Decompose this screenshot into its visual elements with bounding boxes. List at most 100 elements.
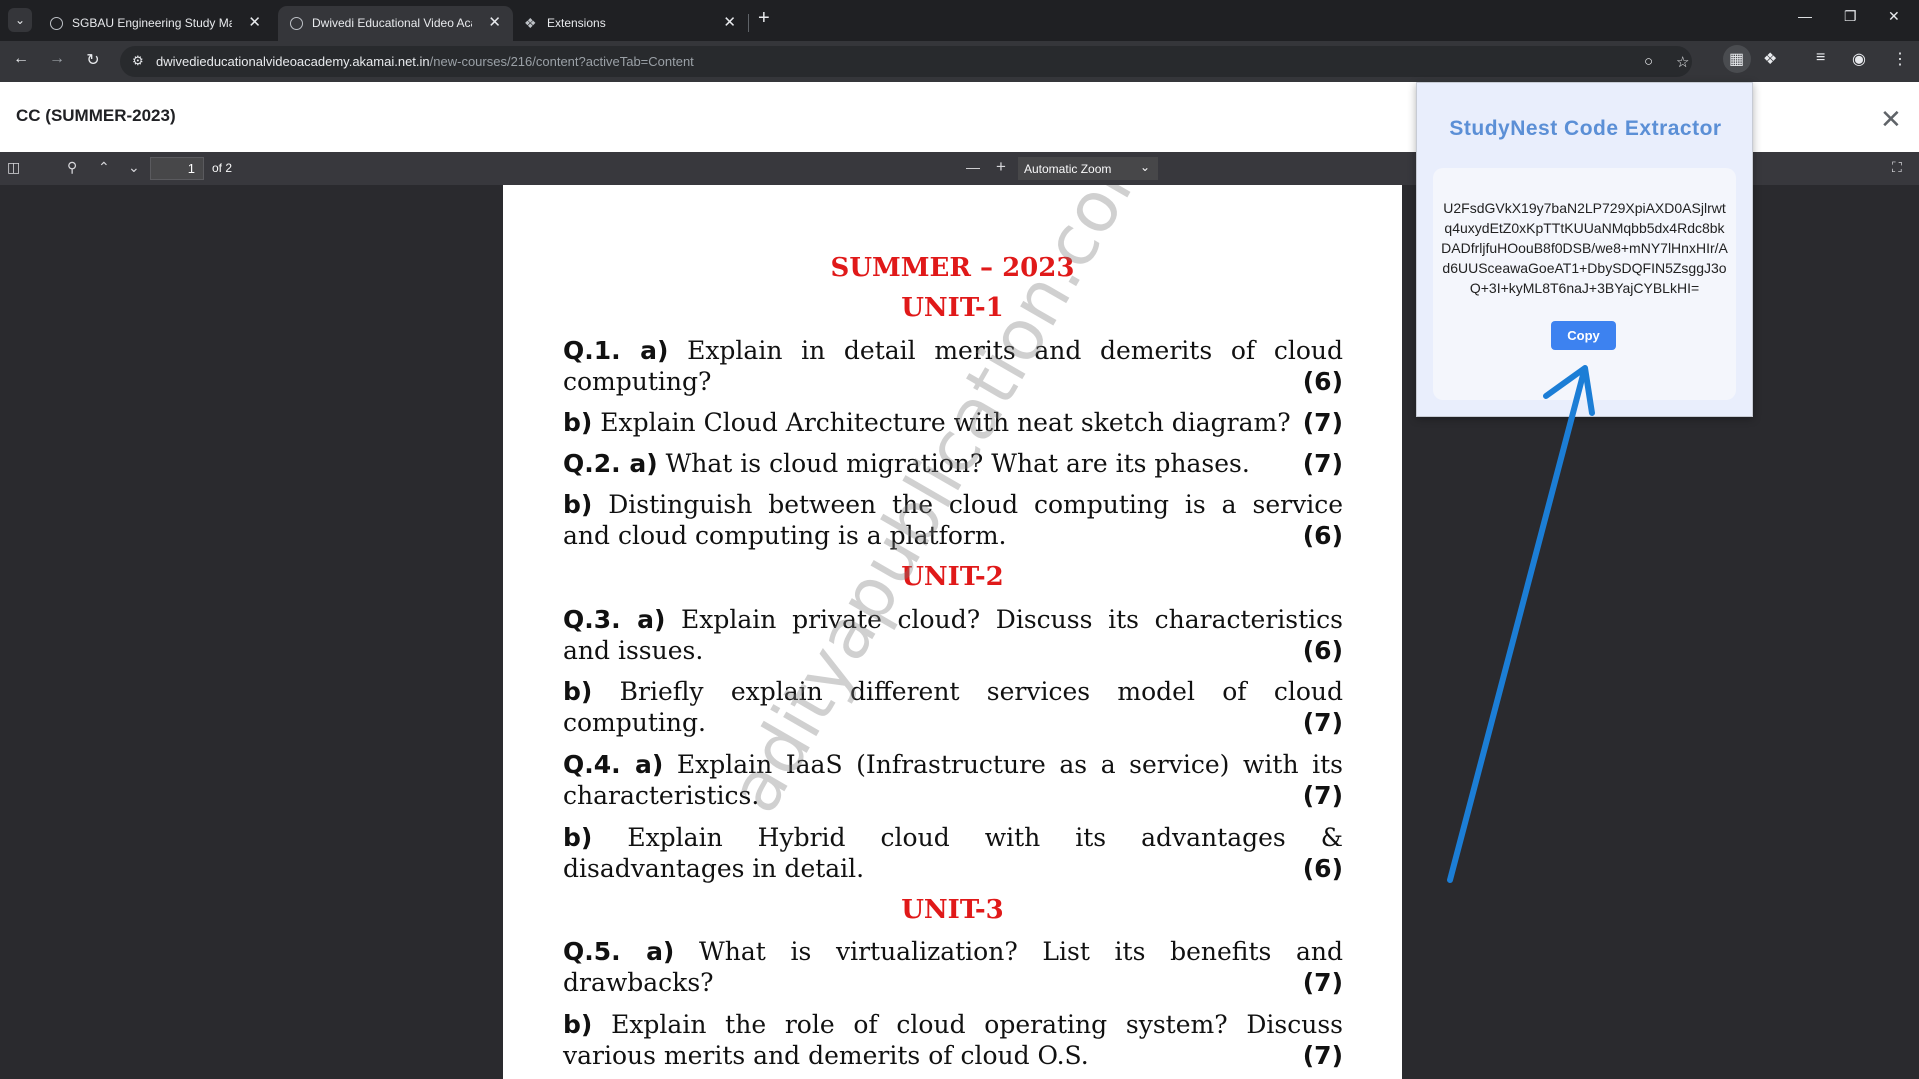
zoom-value: Automatic Zoom — [1024, 162, 1112, 176]
question-label: b) — [563, 823, 593, 852]
question-label: b) — [563, 490, 593, 519]
question-line: and issues. (6) — [563, 636, 1343, 665]
sidebar-toggle-icon[interactable]: ◫ — [7, 159, 20, 176]
popup-title: StudyNest Code Extractor — [1449, 117, 1722, 140]
page-title: CC (SUMMER-2023) — [16, 106, 176, 125]
extension-popup: StudyNest Code Extractor U2FsdGVkX19y7ba… — [1416, 82, 1753, 417]
unit-heading: UNIT-2 — [901, 562, 1004, 592]
question-line: computing. (7) — [563, 708, 1343, 737]
zoom-select[interactable]: Automatic Zoom ⌄ — [1018, 157, 1158, 180]
question-line: Q.4. a) Explain IaaS (Infrastructure as … — [563, 750, 1343, 779]
question-line: b) Explain Hybrid cloud with its advanta… — [563, 823, 1343, 852]
reload-icon[interactable]: ↻ — [82, 50, 104, 70]
question-label: Q.2. a) — [563, 449, 658, 478]
globe-icon — [50, 17, 63, 30]
question-label: Q.3. a) — [563, 605, 666, 634]
question-text: Distinguish between the cloud computing … — [608, 490, 1343, 519]
zoom-out-icon[interactable]: — — [966, 159, 980, 175]
unit-heading: UNIT-3 — [901, 895, 1004, 925]
chevron-down-icon: ⌄ — [1139, 160, 1150, 174]
minimize-icon[interactable]: — — [1798, 8, 1812, 24]
address-bar[interactable]: ⚙ dwivedieducationalvideoacademy.akamai.… — [120, 46, 1692, 77]
url-path: /new-courses/216/content?activeTab=Conte… — [429, 54, 694, 69]
question-text: drawbacks? — [563, 968, 714, 997]
zoom-in-icon[interactable]: + — [996, 157, 1006, 177]
url-host: dwivedieducationalvideoacademy.akamai.ne… — [156, 54, 430, 69]
url-text[interactable]: dwivedieducationalvideoacademy.akamai.ne… — [156, 54, 694, 69]
question-line: b) Briefly explain different services mo… — [563, 677, 1343, 706]
question-line: disadvantages in detail. (6) — [563, 854, 1343, 883]
tab-extensions[interactable]: ❖ Extensions ✕ — [513, 6, 748, 41]
site-info-icon[interactable]: ⚙ — [132, 53, 144, 69]
page-number-input[interactable]: 1 — [150, 157, 204, 180]
tab-dwivedi[interactable]: Dwivedi Educational Video Acad ✕ — [278, 6, 513, 41]
question-line: characteristics. (7) — [563, 781, 1343, 810]
tab-title: SGBAU Engineering Study Materi — [72, 16, 232, 30]
close-tab-icon[interactable]: ✕ — [723, 13, 736, 31]
fullscreen-icon[interactable]: ⛶ — [1892, 159, 1902, 176]
close-window-icon[interactable]: ✕ — [1888, 8, 1900, 25]
marks: (7) — [1302, 1041, 1343, 1070]
close-tab-icon[interactable]: ✕ — [248, 13, 261, 31]
extensions-puzzle-icon[interactable]: ❖ — [1763, 49, 1777, 69]
tab-divider — [748, 14, 749, 32]
question-line: various merits and demerits of cloud O.S… — [563, 1041, 1343, 1070]
close-dialog-icon[interactable]: ✕ — [1880, 104, 1902, 135]
marks: (7) — [1302, 708, 1343, 737]
document-title: SUMMER – 2023 — [830, 253, 1075, 283]
copy-button[interactable]: Copy — [1551, 321, 1616, 350]
question-line: Q.3. a) Explain private cloud? Discuss i… — [563, 605, 1343, 634]
question-text: disadvantages in detail. — [563, 854, 865, 883]
question-line: Q.1. a) Explain in detail merits and dem… — [563, 336, 1343, 365]
marks: (7) — [1302, 781, 1343, 810]
new-tab-button[interactable]: + — [758, 7, 770, 30]
globe-icon — [290, 17, 303, 30]
question-label: Q.4. a) — [563, 750, 664, 779]
browser-toolbar: ← → ↻ ⚙ dwivedieducationalvideoacademy.a… — [0, 41, 1919, 82]
pdf-page: SUMMER – 2023 UNIT-1 Q.1. a) Explain in … — [503, 185, 1402, 1079]
studynest-extension-icon[interactable]: ▦ — [1729, 49, 1744, 69]
question-text: Explain Hybrid cloud with its advantages… — [627, 823, 1343, 852]
question-line: Q.5. a) What is virtualization? List its… — [563, 937, 1343, 966]
marks: (6) — [1302, 854, 1343, 883]
marks: (6) — [1302, 636, 1343, 665]
tab-strip: ⌄ SGBAU Engineering Study Materi ✕ Dwive… — [0, 0, 1919, 41]
question-line: b) Explain the role of cloud operating s… — [563, 1010, 1343, 1039]
marks: (6) — [1302, 367, 1343, 396]
restore-icon[interactable]: ❐ — [1844, 8, 1857, 25]
marks: (6) — [1302, 521, 1343, 550]
marks: (7) — [1302, 968, 1343, 997]
tab-title: Dwivedi Educational Video Acad — [312, 16, 472, 30]
reading-list-icon[interactable]: ≡ — [1816, 49, 1825, 67]
marks: (7) — [1302, 449, 1343, 478]
question-label: b) — [563, 408, 593, 437]
question-text: computing. — [563, 708, 706, 737]
close-tab-icon[interactable]: ✕ — [488, 13, 501, 31]
scrollbar[interactable] — [1909, 185, 1919, 1079]
next-page-icon[interactable]: ⌄ — [128, 159, 140, 176]
question-text: various merits and demerits of cloud O.S… — [563, 1041, 1089, 1070]
puzzle-icon: ❖ — [524, 15, 537, 31]
question-text: and issues. — [563, 636, 704, 665]
question-text: Briefly explain different services model… — [619, 677, 1344, 706]
back-arrow-icon[interactable]: ← — [10, 50, 32, 68]
question-label: b) — [563, 677, 593, 706]
search-icon[interactable]: ⚲ — [67, 159, 77, 176]
forward-arrow-icon[interactable]: → — [46, 50, 68, 68]
previous-page-icon[interactable]: ⌃ — [98, 159, 110, 176]
question-text: What is virtualization? List its benefit… — [699, 937, 1343, 966]
tab-search-chevron-icon[interactable]: ⌄ — [8, 8, 32, 32]
question-line: drawbacks? (7) — [563, 968, 1343, 997]
code-card: U2FsdGVkX19y7baN2LP729XpiAXD0ASjlrwtq4ux… — [1433, 168, 1736, 400]
tab-title: Extensions — [547, 16, 606, 30]
question-label: Q.5. a) — [563, 937, 675, 966]
marks: (7) — [1302, 408, 1343, 437]
question-label: Q.1. a) — [563, 336, 669, 365]
unit-heading: UNIT-1 — [901, 293, 1004, 323]
more-menu-icon[interactable]: ⋮ — [1892, 49, 1908, 69]
page-count: of 2 — [212, 161, 233, 175]
bookmark-star-icon[interactable]: ☆ — [1676, 53, 1689, 71]
profile-avatar-icon[interactable]: ◉ — [1852, 49, 1866, 69]
eye-off-icon[interactable]: ○ — [1644, 53, 1653, 70]
tab-sgbau[interactable]: SGBAU Engineering Study Materi ✕ — [38, 6, 273, 41]
